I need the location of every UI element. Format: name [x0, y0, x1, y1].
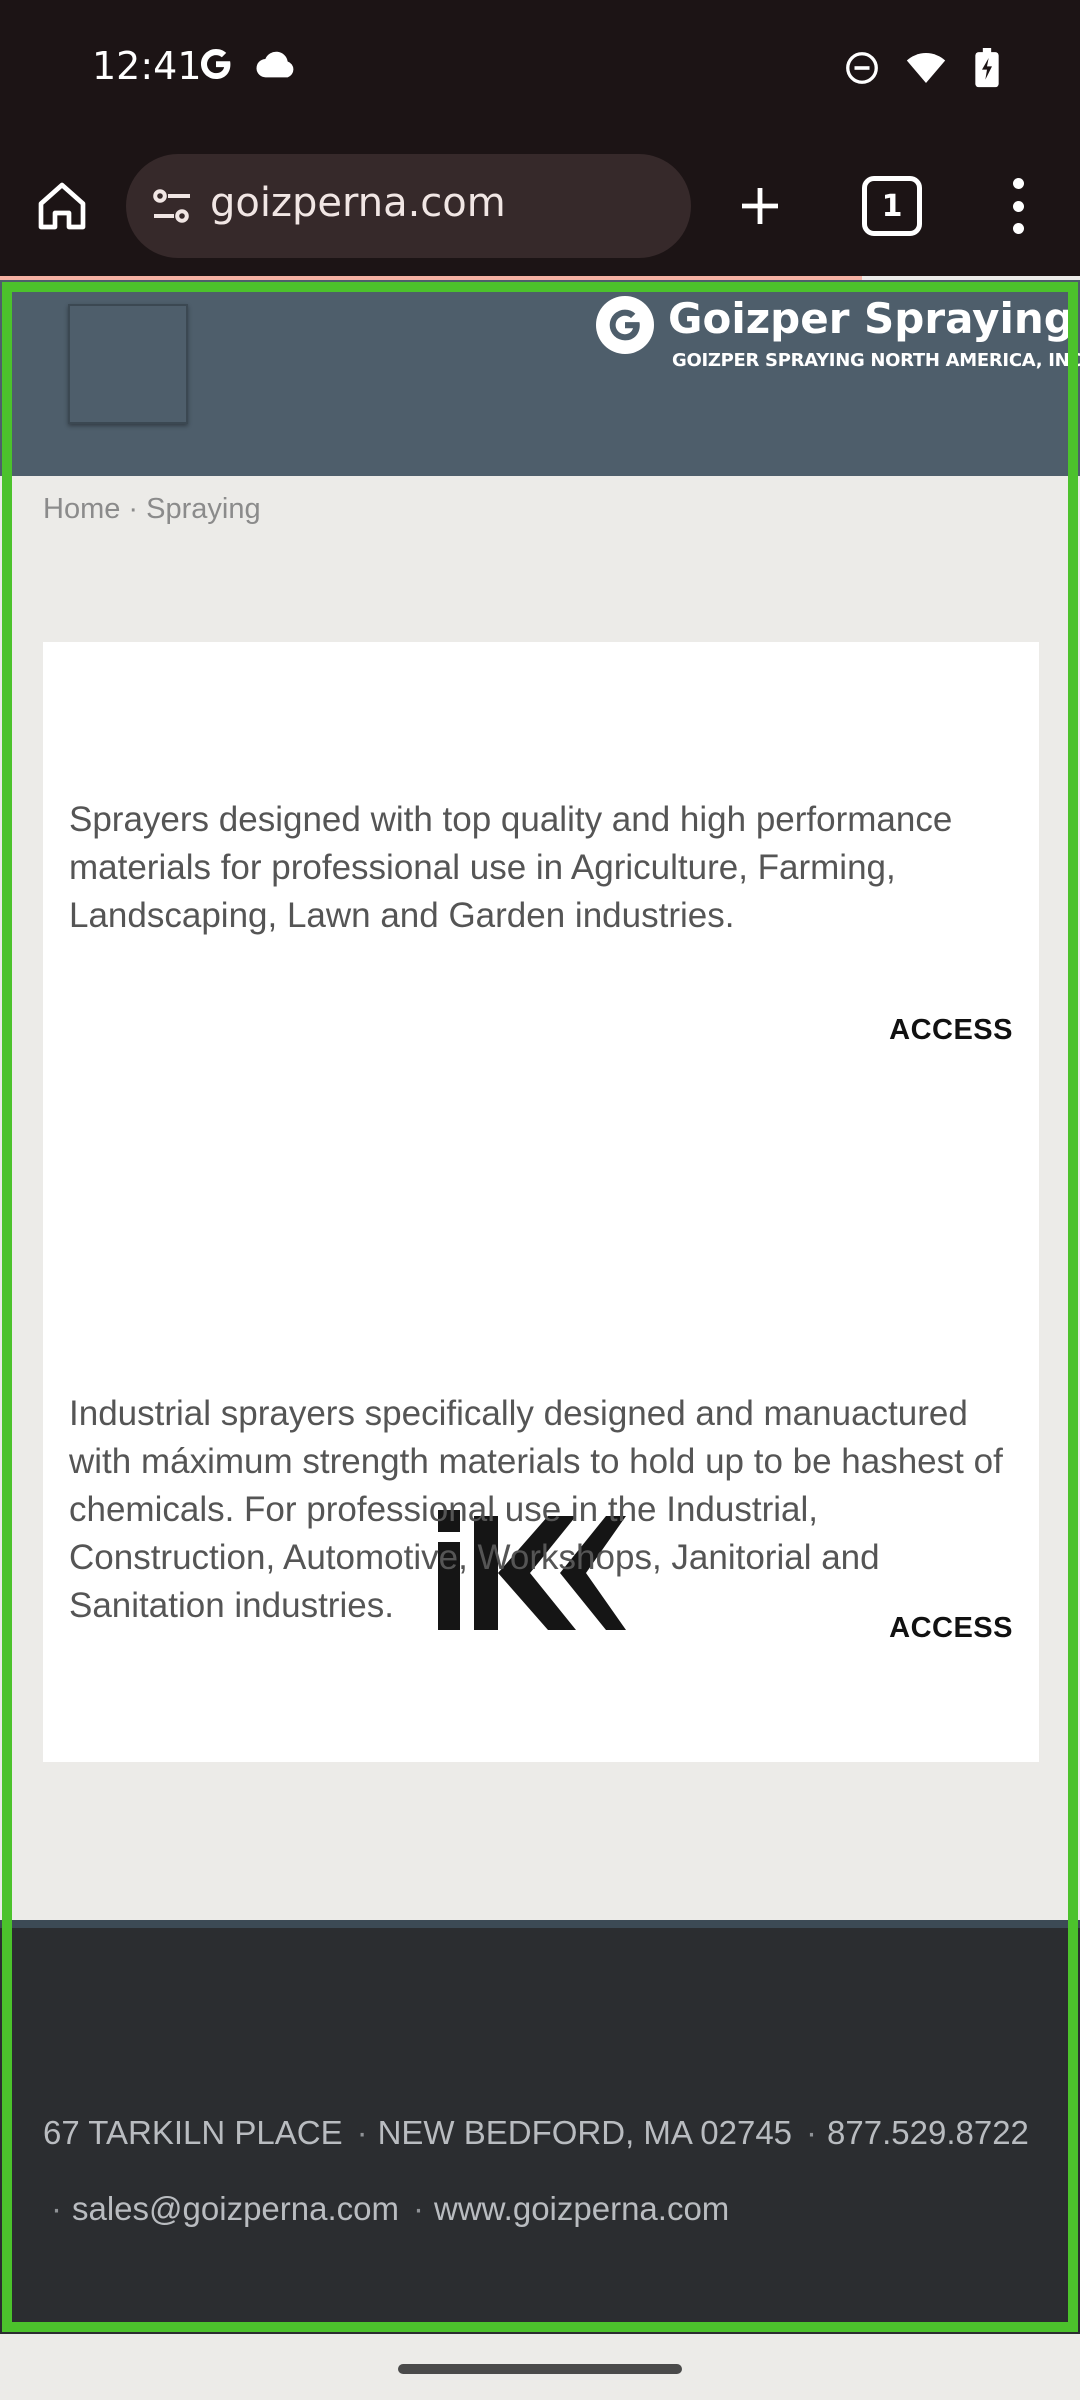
cloud-icon [256, 48, 296, 85]
google-icon [198, 46, 234, 87]
product-description-goizper: Sprayers designed with top quality and h… [69, 800, 953, 935]
new-tab-icon [742, 188, 778, 224]
breadcrumb-home[interactable]: Home [43, 493, 120, 525]
more-menu-icon[interactable] [1000, 172, 1036, 240]
menu-toggle-button[interactable] [68, 304, 188, 424]
site-header: Goizper Spraying GOIZPER SPRAYING NORTH … [0, 280, 1080, 476]
browser-toolbar: goizperna.com 1 [0, 136, 1080, 276]
access-button-ik[interactable]: ACCESS [889, 1612, 1013, 1645]
site-settings-icon[interactable] [148, 182, 196, 230]
footer-phone-link[interactable]: 877.529.8722 [827, 2114, 1029, 2151]
footer-website-link[interactable]: www.goizperna.com [434, 2190, 729, 2227]
breadcrumb: Home · Spraying [43, 493, 261, 526]
footer-divider [0, 1920, 1080, 1928]
home-button[interactable] [30, 174, 94, 238]
logo-title: Goizper Spraying [668, 294, 1074, 343]
site-logo[interactable]: Goizper Spraying GOIZPER SPRAYING NORTH … [596, 292, 1080, 372]
tab-switcher-button[interactable]: 1 [862, 176, 922, 236]
footer-city: NEW BEDFORD, MA 02745 [377, 2114, 793, 2151]
logo-subtitle: GOIZPER SPRAYING NORTH AMERICA, INC. [672, 350, 1080, 371]
url-text[interactable]: goizperna.com [210, 180, 506, 226]
status-bar: 12:41 [0, 0, 1080, 136]
product-description-ik: Industrial sprayers specifically designe… [69, 1394, 1003, 1625]
home-gesture-handle[interactable] [398, 2364, 682, 2374]
footer-contact-line: · sales@goizperna.com · www.goizperna.com [51, 2190, 730, 2227]
products-card: Sprayers designed with top quality and h… [43, 642, 1039, 1762]
site-footer: 67 TARKILN PLACE · NEW BEDFORD, MA 02745 · 8… [0, 1920, 1080, 2334]
footer-address-line: 67 TARKILN PLACE · NEW BEDFORD, MA 02745 · 8… [43, 2114, 1029, 2151]
footer-email-link[interactable]: sales@goizperna.com [72, 2190, 399, 2227]
breadcrumb-current[interactable]: Spraying [146, 493, 260, 525]
do-not-disturb-icon [844, 50, 880, 91]
status-time: 12:41 [92, 44, 202, 88]
breadcrumb-separator: · [128, 493, 139, 525]
battery-icon [972, 48, 1002, 93]
footer-address: 67 TARKILN PLACE [43, 2114, 343, 2151]
wifi-icon [906, 51, 946, 90]
gesture-nav-bar [0, 2334, 1080, 2400]
access-button-goizper[interactable]: ACCESS [889, 1014, 1013, 1047]
address-bar[interactable]: goizperna.com [126, 154, 691, 258]
goizper-logo-icon [596, 296, 654, 354]
tab-count: 1 [881, 188, 903, 224]
web-page: Goizper Spraying GOIZPER SPRAYING NORTH … [0, 280, 1080, 2334]
home-icon [38, 182, 86, 230]
new-tab-button[interactable] [728, 174, 792, 238]
